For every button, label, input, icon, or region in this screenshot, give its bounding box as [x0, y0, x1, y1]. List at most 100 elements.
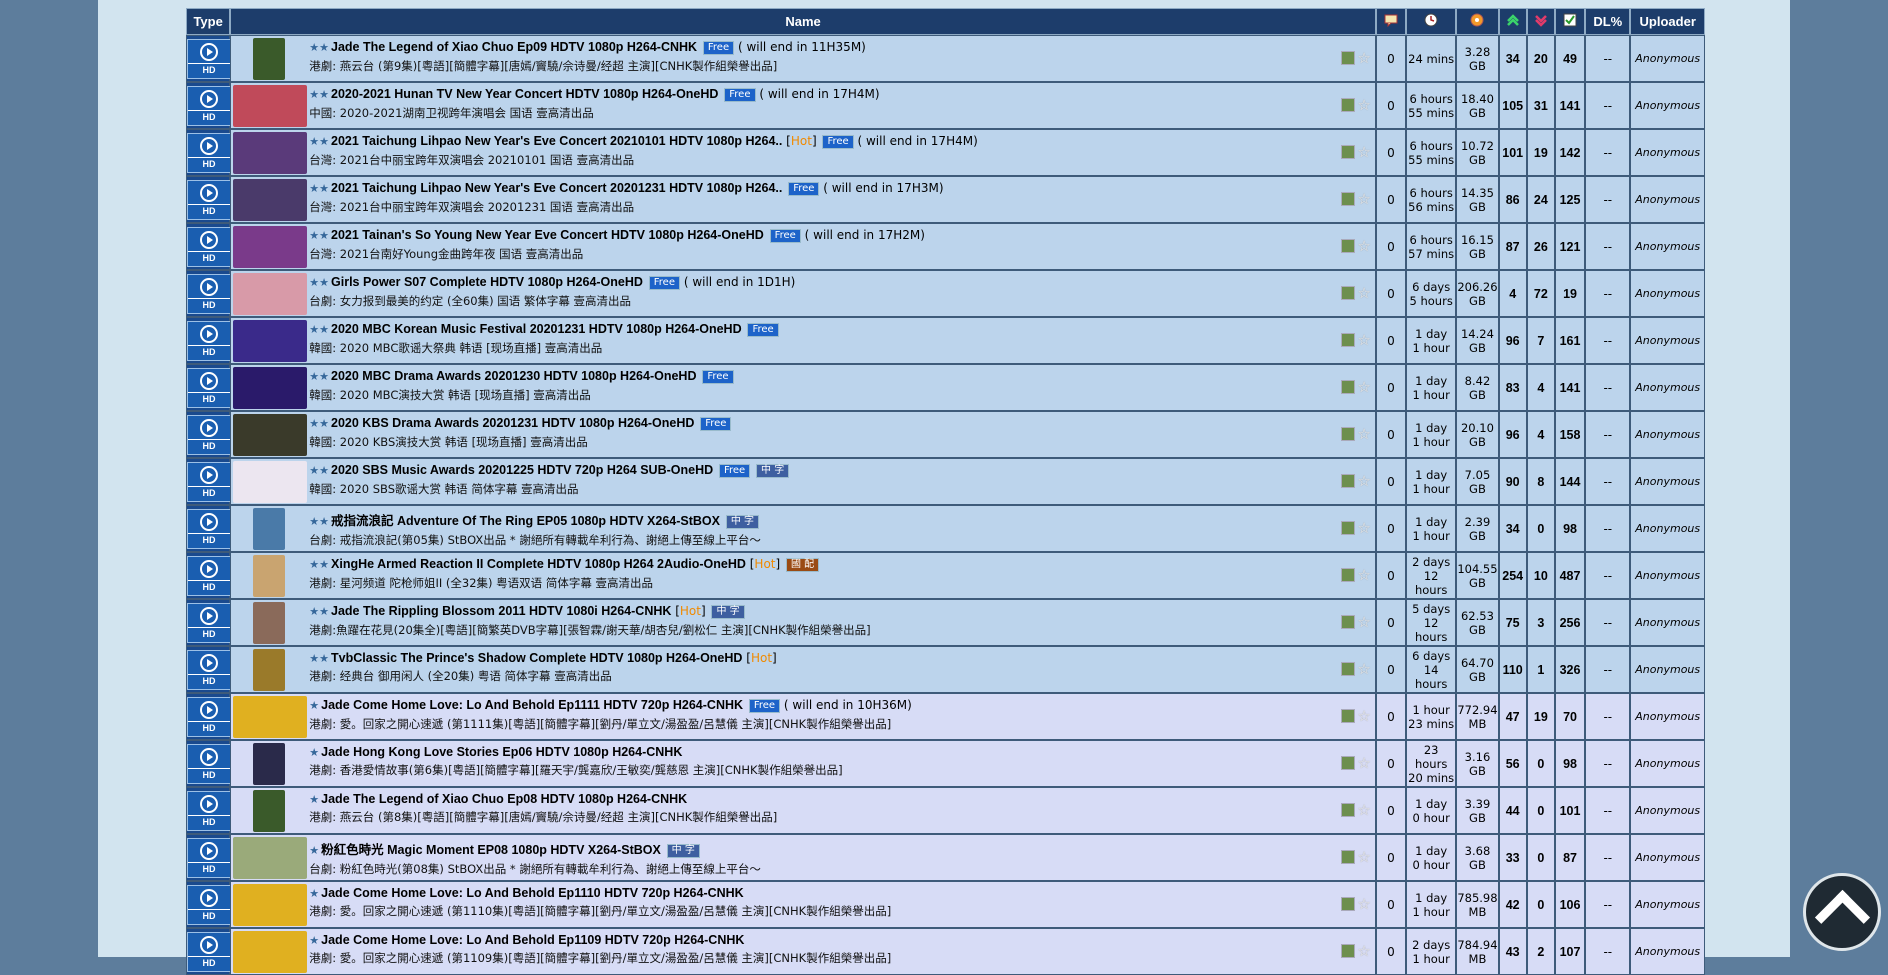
torrent-title-link[interactable]: 2020 MBC Drama Awards 20201230 HDTV 1080… — [331, 369, 696, 383]
download-icon[interactable] — [1341, 709, 1356, 723]
leechers-count[interactable]: 2 — [1526, 928, 1555, 975]
completed-count[interactable]: 141 — [1554, 364, 1586, 411]
poster-thumbnail[interactable] — [233, 837, 308, 879]
hd-category-button[interactable]: HD — [187, 696, 231, 737]
bookmark-star-icon[interactable]: ☆ — [1357, 49, 1370, 67]
poster-thumbnail[interactable] — [233, 884, 308, 926]
type-cell[interactable]: HD — [186, 82, 231, 129]
comments-count[interactable]: 0 — [1375, 270, 1406, 317]
download-icon[interactable] — [1341, 286, 1356, 300]
seeders-count[interactable]: 43 — [1498, 928, 1527, 975]
poster-thumbnail[interactable] — [253, 743, 286, 785]
download-icon[interactable] — [1341, 662, 1356, 676]
seeders-count[interactable]: 90 — [1498, 458, 1527, 505]
leechers-count[interactable]: 19 — [1526, 693, 1555, 740]
comments-count[interactable]: 0 — [1375, 928, 1406, 975]
torrent-title-link[interactable]: 2020 MBC Korean Music Festival 20201231 … — [331, 322, 742, 336]
completed-count[interactable]: 49 — [1554, 35, 1586, 82]
seeders-count[interactable]: 75 — [1498, 599, 1527, 646]
bookmark-star-icon[interactable]: ☆ — [1357, 848, 1370, 866]
seeders-count[interactable]: 56 — [1498, 740, 1527, 787]
torrent-title-link[interactable]: Jade Come Home Love: Lo And Behold Ep111… — [321, 886, 744, 900]
hd-category-button[interactable]: HD — [187, 179, 231, 220]
completed-count[interactable]: 107 — [1554, 928, 1586, 975]
leechers-count[interactable]: 4 — [1526, 364, 1555, 411]
download-icon[interactable] — [1341, 568, 1356, 582]
download-icon[interactable] — [1341, 521, 1356, 535]
type-header[interactable]: Type — [186, 8, 231, 35]
type-cell[interactable]: HD — [186, 740, 231, 787]
type-cell[interactable]: HD — [186, 552, 231, 599]
comments-count[interactable]: 0 — [1375, 129, 1406, 176]
type-cell[interactable]: HD — [186, 505, 231, 552]
seeders-count[interactable]: 34 — [1498, 35, 1527, 82]
comments-count[interactable]: 0 — [1375, 599, 1406, 646]
type-cell[interactable]: HD — [186, 787, 231, 834]
torrent-title-link[interactable]: 2020 SBS Music Awards 20201225 HDTV 720p… — [331, 463, 713, 477]
torrent-title-link[interactable]: 2021 Taichung Lihpao New Year's Eve Conc… — [331, 134, 782, 148]
bookmark-star-icon[interactable]: ☆ — [1357, 660, 1370, 678]
seeders-count[interactable]: 86 — [1498, 176, 1527, 223]
hd-category-button[interactable]: HD — [187, 320, 231, 361]
torrent-title-link[interactable]: Jade Come Home Love: Lo And Behold Ep110… — [321, 933, 744, 947]
completed-count[interactable]: 101 — [1554, 787, 1586, 834]
seeders-count[interactable]: 105 — [1498, 82, 1527, 129]
leechers-count[interactable]: 72 — [1526, 270, 1555, 317]
bookmark-star-icon[interactable]: ☆ — [1357, 754, 1370, 772]
comments-count[interactable]: 0 — [1375, 82, 1406, 129]
uploader-header[interactable]: Uploader — [1630, 8, 1705, 35]
download-icon[interactable] — [1341, 944, 1356, 958]
completed-count[interactable]: 87 — [1554, 834, 1586, 881]
bookmark-star-icon[interactable]: ☆ — [1357, 96, 1370, 114]
comments-count[interactable]: 0 — [1375, 364, 1406, 411]
leechers-count[interactable]: 20 — [1526, 35, 1555, 82]
poster-thumbnail[interactable] — [253, 790, 286, 832]
comments-count[interactable]: 0 — [1375, 317, 1406, 364]
bookmark-star-icon[interactable]: ☆ — [1357, 143, 1370, 161]
bookmark-star-icon[interactable]: ☆ — [1357, 472, 1370, 490]
hd-category-button[interactable]: HD — [187, 226, 231, 267]
completed-count[interactable]: 19 — [1554, 270, 1586, 317]
hd-category-button[interactable]: HD — [187, 884, 231, 925]
download-icon[interactable] — [1341, 474, 1356, 488]
download-icon[interactable] — [1341, 98, 1356, 112]
type-cell[interactable]: HD — [186, 411, 231, 458]
hd-category-button[interactable]: HD — [187, 931, 231, 972]
poster-thumbnail[interactable] — [233, 320, 308, 362]
poster-thumbnail[interactable] — [233, 696, 308, 738]
torrent-title-link[interactable]: Jade Come Home Love: Lo And Behold Ep111… — [321, 698, 743, 712]
type-cell[interactable]: HD — [186, 646, 231, 693]
download-icon[interactable] — [1341, 803, 1356, 817]
hd-category-button[interactable]: HD — [187, 602, 231, 643]
leechers-count[interactable]: 1 — [1526, 646, 1555, 693]
seeders-count[interactable]: 4 — [1498, 270, 1527, 317]
torrent-title-link[interactable]: Jade The Rippling Blossom 2011 HDTV 1080… — [331, 604, 671, 618]
torrent-title-link[interactable]: 粉紅色時光 Magic Moment EP08 1080p HDTV X264-… — [321, 843, 661, 857]
comments-count[interactable]: 0 — [1375, 787, 1406, 834]
torrent-title-link[interactable]: Jade The Legend of Xiao Chuo Ep08 HDTV 1… — [321, 792, 687, 806]
type-cell[interactable]: HD — [186, 176, 231, 223]
download-icon[interactable] — [1341, 239, 1356, 253]
comments-count[interactable]: 0 — [1375, 646, 1406, 693]
leechers-count[interactable]: 0 — [1526, 881, 1555, 928]
seeders-count[interactable]: 42 — [1498, 881, 1527, 928]
completed-count[interactable]: 106 — [1554, 881, 1586, 928]
completed-count[interactable]: 144 — [1554, 458, 1586, 505]
torrent-title-link[interactable]: 戒指流浪記 Adventure Of The Ring EP05 1080p H… — [331, 514, 720, 528]
hd-category-button[interactable]: HD — [187, 414, 231, 455]
completed-count[interactable]: 256 — [1554, 599, 1586, 646]
torrent-title-link[interactable]: Jade Hong Kong Love Stories Ep06 HDTV 10… — [321, 745, 682, 759]
type-cell[interactable]: HD — [186, 881, 231, 928]
completed-count[interactable]: 98 — [1554, 740, 1586, 787]
leechers-count[interactable]: 19 — [1526, 129, 1555, 176]
bookmark-star-icon[interactable]: ☆ — [1357, 801, 1370, 819]
leechers-count[interactable]: 8 — [1526, 458, 1555, 505]
hd-category-button[interactable]: HD — [187, 461, 231, 502]
poster-thumbnail[interactable] — [253, 649, 286, 691]
leechers-count[interactable]: 26 — [1526, 223, 1555, 270]
type-cell[interactable]: HD — [186, 35, 231, 82]
comments-count[interactable]: 0 — [1375, 834, 1406, 881]
type-cell[interactable]: HD — [186, 270, 231, 317]
seeders-count[interactable]: 44 — [1498, 787, 1527, 834]
torrent-title-link[interactable]: TvbClassic The Prince's Shadow Complete … — [331, 651, 742, 665]
